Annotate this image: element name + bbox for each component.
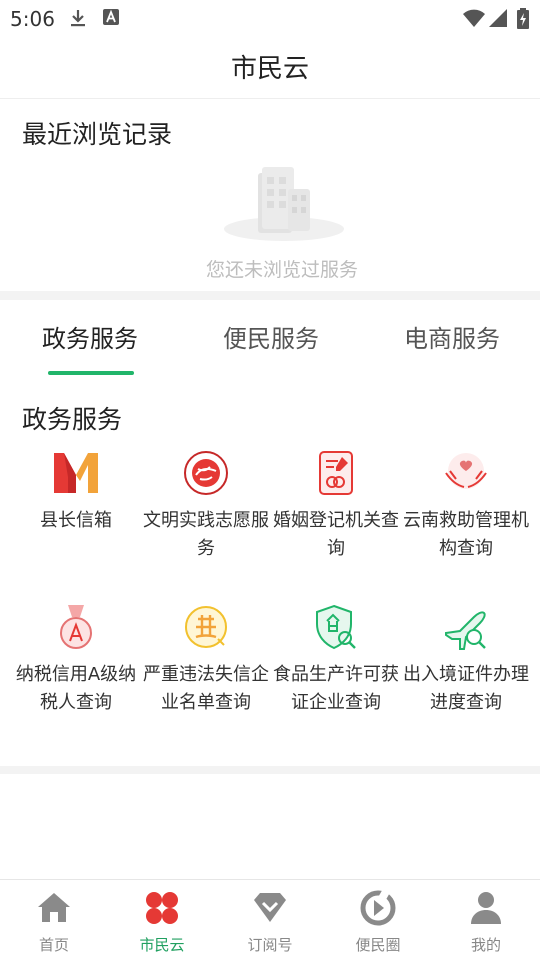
airplane-search-icon	[442, 603, 490, 651]
violation-badge-icon	[182, 603, 230, 651]
service-label: 云南救助管理机构查询	[403, 510, 529, 559]
wifi-icon	[462, 8, 486, 32]
food-shield-search-icon	[312, 603, 360, 651]
nav-label: 首页	[38, 936, 69, 954]
recent-history-section: 最近浏览记录 您还未浏览过服务	[0, 99, 540, 291]
county-mayor-mailbox-icon	[52, 449, 100, 497]
tab-convenience-services[interactable]: 便民服务	[223, 319, 319, 354]
nav-home[interactable]: 首页	[0, 880, 108, 961]
service-label: 婚姻登记机关查询	[273, 510, 399, 559]
battery-charging-icon	[516, 8, 530, 34]
recent-history-heading: 最近浏览记录	[22, 120, 173, 149]
volunteer-emblem-icon	[182, 449, 230, 497]
diamond-check-icon	[252, 890, 288, 926]
clover-icon	[144, 890, 180, 926]
nav-subscriptions[interactable]: 订阅号	[216, 880, 324, 961]
nav-label: 我的	[470, 936, 501, 954]
service-label: 严重违法失信企业名单查询	[143, 664, 269, 713]
section-divider	[0, 766, 540, 774]
empty-history-text: 您还未浏览过服务	[205, 259, 358, 281]
nav-citizen-cloud[interactable]: 市民云	[108, 880, 216, 961]
active-tab-indicator	[48, 371, 134, 375]
page-title: 市民云	[230, 54, 309, 84]
service-label: 文明实践志愿服务	[143, 510, 269, 559]
download-icon	[68, 8, 88, 32]
empty-buildings-icon	[222, 161, 348, 243]
section-divider	[0, 291, 540, 300]
marriage-document-icon	[312, 449, 360, 497]
cellular-signal-icon	[488, 8, 508, 32]
service-label: 纳税信用A级纳税人查询	[15, 664, 137, 713]
service-label: 出入境证件办理进度查询	[403, 664, 529, 713]
service-label: 县长信箱	[40, 510, 112, 531]
tab-ecommerce-services[interactable]: 电商服务	[404, 319, 500, 354]
nav-convenience-circle[interactable]: 便民圈	[324, 880, 432, 961]
status-bar: 5:06	[0, 0, 540, 36]
helping-hands-heart-icon	[442, 449, 490, 497]
section-title: 政务服务	[22, 405, 123, 434]
ring-play-icon	[360, 888, 396, 926]
nav-label: 订阅号	[247, 936, 293, 954]
nav-label: 便民圈	[355, 936, 401, 954]
nav-label: 市民云	[139, 936, 185, 954]
person-icon	[468, 890, 504, 926]
grade-a-medal-icon	[52, 603, 100, 651]
bottom-navigation: 首页 市民云 订阅号 便民圈 我的	[0, 879, 540, 961]
status-time: 5:06	[10, 7, 55, 31]
home-icon	[36, 890, 72, 926]
font-a-icon	[102, 8, 120, 30]
service-tabs: 政务服务 便民服务 电商服务	[0, 301, 540, 377]
nav-mine[interactable]: 我的	[432, 880, 540, 961]
service-label: 食品生产许可获证企业查询	[273, 664, 399, 713]
title-bar: 市民云	[0, 36, 540, 99]
tab-government-services[interactable]: 政务服务	[42, 319, 138, 354]
